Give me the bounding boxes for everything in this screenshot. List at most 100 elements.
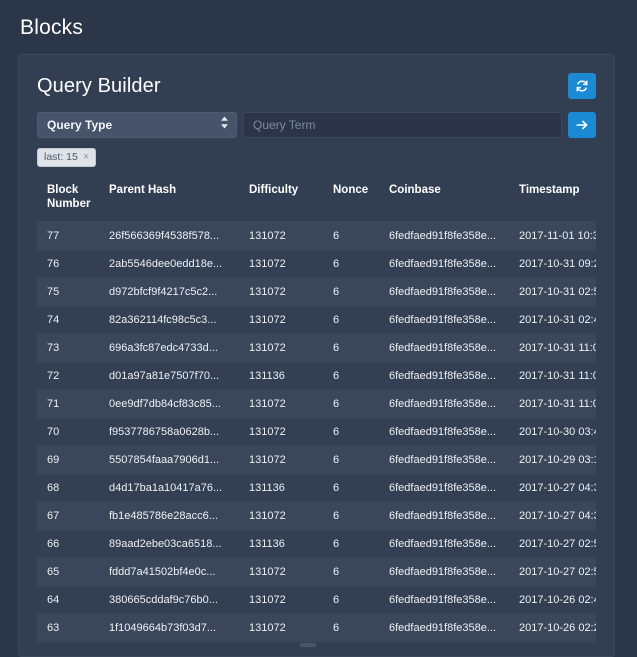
scroll-indicator	[300, 643, 316, 647]
cell-coinbase: 6fedfaed91f8fe358e...	[379, 418, 509, 446]
table-row[interactable]: 70f9537786758a0628b...13107266fedfaed91f…	[37, 418, 596, 446]
cell-parent-hash: fddd7a41502bf4e0c...	[99, 558, 239, 586]
filter-tag-last-15[interactable]: last: 15 ×	[37, 148, 96, 167]
query-controls: Query Type	[37, 112, 596, 138]
cell-coinbase: 6fedfaed91f8fe358e...	[379, 502, 509, 530]
table-row[interactable]: 75d972bfcf9f4217c5c2...13107266fedfaed91…	[37, 278, 596, 306]
cell-parent-hash: 0ee9df7db84cf83c85...	[99, 390, 239, 418]
table-row[interactable]: 73696a3fc87edc4733d...13107266fedfaed91f…	[37, 334, 596, 362]
table-row[interactable]: 695507854faaa7906d1...13107266fedfaed91f…	[37, 446, 596, 474]
table-row[interactable]: 65fddd7a41502bf4e0c...13107266fedfaed91f…	[37, 558, 596, 586]
cell-difficulty: 131072	[239, 614, 323, 642]
table-row[interactable]: 67fb1e485786e28acc6...13107266fedfaed91f…	[37, 502, 596, 530]
table-row[interactable]: 64380665cddaf9c76b0...13107266fedfaed91f…	[37, 586, 596, 614]
cell-parent-hash: 380665cddaf9c76b0...	[99, 586, 239, 614]
table-row[interactable]: 710ee9df7db84cf83c85...13107266fedfaed91…	[37, 390, 596, 418]
table-header: Block Number Parent Hash Difficulty Nonc…	[37, 175, 596, 222]
cell-coinbase: 6fedfaed91f8fe358e...	[379, 278, 509, 306]
cell-nonce: 6	[323, 222, 379, 251]
card-title: Query Builder	[37, 73, 161, 99]
refresh-icon	[575, 79, 589, 93]
page-title: Blocks	[0, 0, 637, 42]
table-row[interactable]: 7482a362114fc98c5c3...13107266fedfaed91f…	[37, 306, 596, 334]
cell-block-number: 64	[37, 586, 99, 614]
cell-coinbase: 6fedfaed91f8fe358e...	[379, 474, 509, 502]
query-builder-card: Query Builder Query Type	[18, 54, 615, 657]
cell-difficulty: 131072	[239, 390, 323, 418]
cell-difficulty: 131072	[239, 558, 323, 586]
column-header-parent-hash[interactable]: Parent Hash	[99, 175, 239, 222]
cell-coinbase: 6fedfaed91f8fe358e...	[379, 614, 509, 642]
query-type-select[interactable]: Query Type	[37, 112, 237, 138]
cell-nonce: 6	[323, 586, 379, 614]
cell-block-number: 73	[37, 334, 99, 362]
column-header-coinbase[interactable]: Coinbase	[379, 175, 509, 222]
active-filters: last: 15 ×	[37, 147, 596, 165]
cell-nonce: 6	[323, 418, 379, 446]
cell-block-number: 68	[37, 474, 99, 502]
cell-block-number: 77	[37, 222, 99, 251]
cell-block-number: 63	[37, 614, 99, 642]
table-row[interactable]: 68d4d17ba1a10417a76...13113666fedfaed91f…	[37, 474, 596, 502]
cell-block-number: 74	[37, 306, 99, 334]
cell-timestamp: 2017-10-27 02:57:...	[509, 530, 596, 558]
table-row[interactable]: 762ab5546dee0edd18e...13107266fedfaed91f…	[37, 250, 596, 278]
column-header-block-number[interactable]: Block Number	[37, 175, 99, 222]
cell-timestamp: 2017-10-31 11:02:...	[509, 362, 596, 390]
cell-parent-hash: 5507854faaa7906d1...	[99, 446, 239, 474]
cell-timestamp: 2017-10-31 09:25:...	[509, 250, 596, 278]
column-header-timestamp[interactable]: Timestamp	[509, 175, 596, 222]
cell-parent-hash: d4d17ba1a10417a76...	[99, 474, 239, 502]
table-row[interactable]: 631f1049664b73f03d7...13107266fedfaed91f…	[37, 614, 596, 642]
column-header-nonce[interactable]: Nonce	[323, 175, 379, 222]
cell-nonce: 6	[323, 446, 379, 474]
cell-parent-hash: 89aad2ebe03ca6518...	[99, 530, 239, 558]
cell-timestamp: 2017-10-26 02:28:...	[509, 614, 596, 642]
cell-difficulty: 131072	[239, 446, 323, 474]
cell-difficulty: 131072	[239, 334, 323, 362]
cell-timestamp: 2017-10-26 02:44:...	[509, 586, 596, 614]
cell-coinbase: 6fedfaed91f8fe358e...	[379, 250, 509, 278]
cell-coinbase: 6fedfaed91f8fe358e...	[379, 586, 509, 614]
cell-difficulty: 131136	[239, 362, 323, 390]
cell-nonce: 6	[323, 502, 379, 530]
table-body: 7726f566369f4538f578...13107266fedfaed91…	[37, 222, 596, 643]
cell-timestamp: 2017-10-29 03:11:...	[509, 446, 596, 474]
cell-block-number: 75	[37, 278, 99, 306]
column-header-difficulty[interactable]: Difficulty	[239, 175, 323, 222]
cell-nonce: 6	[323, 558, 379, 586]
cell-parent-hash: 82a362114fc98c5c3...	[99, 306, 239, 334]
cell-coinbase: 6fedfaed91f8fe358e...	[379, 530, 509, 558]
query-submit-button[interactable]	[568, 112, 596, 138]
cell-difficulty: 131072	[239, 250, 323, 278]
cell-coinbase: 6fedfaed91f8fe358e...	[379, 390, 509, 418]
cell-block-number: 69	[37, 446, 99, 474]
cell-timestamp: 2017-10-31 02:52:...	[509, 278, 596, 306]
close-icon[interactable]: ×	[83, 152, 89, 163]
cell-parent-hash: fb1e485786e28acc6...	[99, 502, 239, 530]
cell-nonce: 6	[323, 362, 379, 390]
cell-timestamp: 2017-10-31 11:01:...	[509, 390, 596, 418]
cell-timestamp: 2017-10-30 03:46:...	[509, 418, 596, 446]
cell-timestamp: 2017-10-31 11:02:...	[509, 334, 596, 362]
table-row[interactable]: 6689aad2ebe03ca6518...13113666fedfaed91f…	[37, 530, 596, 558]
table-header-row: Block Number Parent Hash Difficulty Nonc…	[37, 175, 596, 222]
cell-difficulty: 131136	[239, 530, 323, 558]
cell-parent-hash: d01a97a81e7507f70...	[99, 362, 239, 390]
cell-block-number: 66	[37, 530, 99, 558]
table-row[interactable]: 72d01a97a81e7507f70...13113666fedfaed91f…	[37, 362, 596, 390]
cell-nonce: 6	[323, 278, 379, 306]
cell-timestamp: 2017-10-27 04:32:...	[509, 474, 596, 502]
cell-coinbase: 6fedfaed91f8fe358e...	[379, 446, 509, 474]
cell-difficulty: 131136	[239, 474, 323, 502]
cell-timestamp: 2017-10-27 04:32:...	[509, 502, 596, 530]
table-row[interactable]: 7726f566369f4538f578...13107266fedfaed91…	[37, 222, 596, 251]
cell-parent-hash: f9537786758a0628b...	[99, 418, 239, 446]
cell-parent-hash: 26f566369f4538f578...	[99, 222, 239, 251]
cell-timestamp: 2017-11-01 10:36:...	[509, 222, 596, 251]
cell-parent-hash: d972bfcf9f4217c5c2...	[99, 278, 239, 306]
refresh-button[interactable]	[568, 73, 596, 99]
query-type-select-wrap: Query Type	[37, 112, 237, 138]
blocks-table: Block Number Parent Hash Difficulty Nonc…	[37, 175, 596, 642]
query-term-input[interactable]	[243, 112, 562, 138]
